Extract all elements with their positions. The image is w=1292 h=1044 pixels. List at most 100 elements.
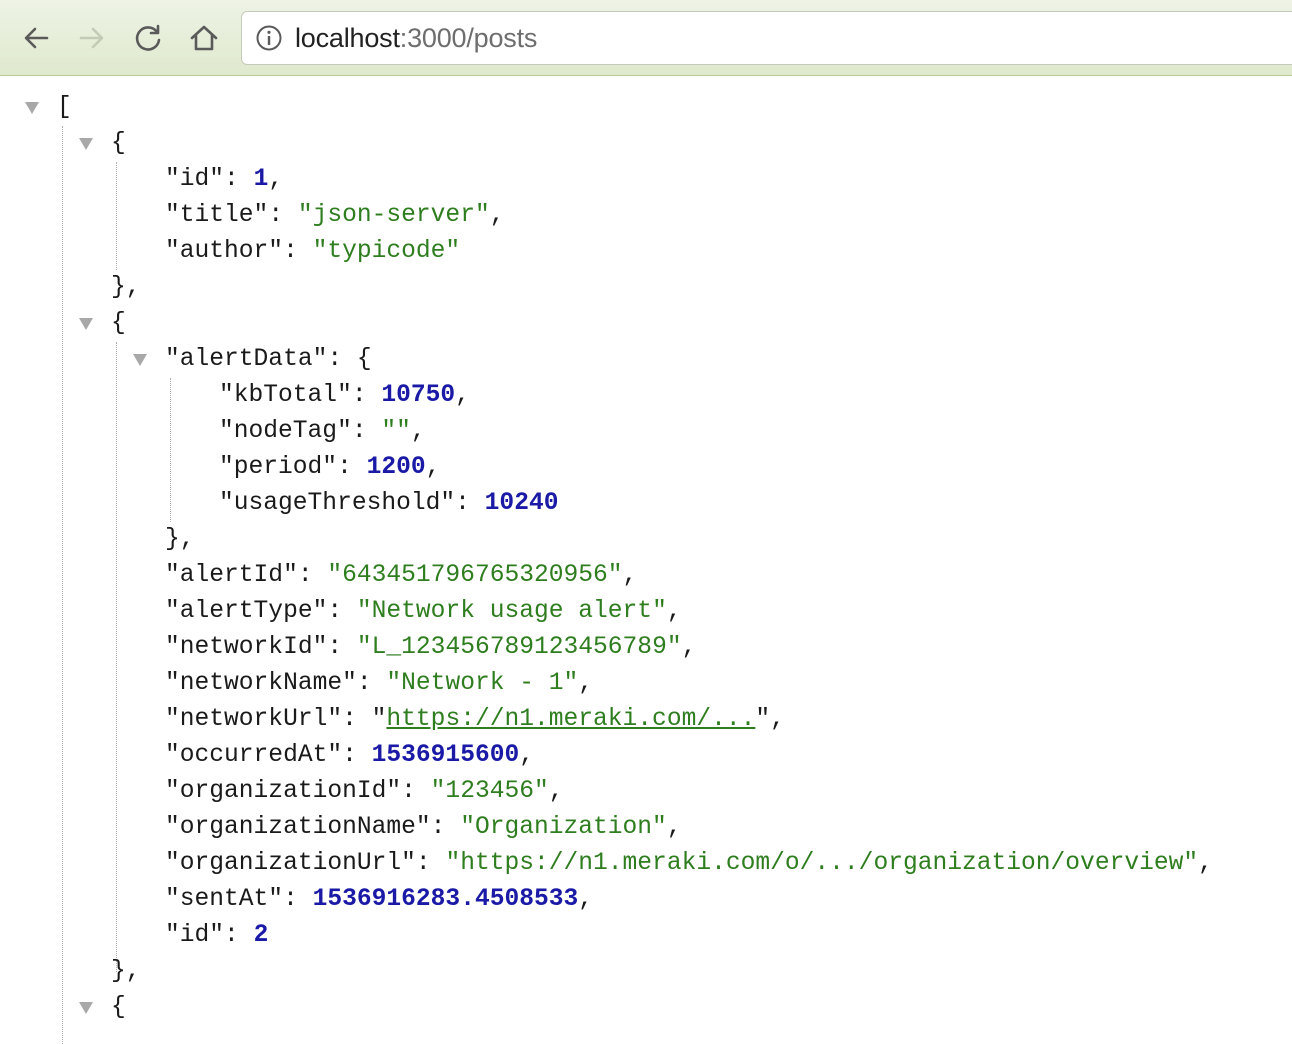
json-colon: : xyxy=(224,166,254,193)
json-string-value: "" xyxy=(381,418,411,445)
reload-button[interactable] xyxy=(128,18,168,58)
json-colon: : xyxy=(224,922,254,949)
indent-guide-post-2 xyxy=(116,342,117,972)
forward-button[interactable] xyxy=(72,18,112,58)
json-number-value: 1536916283.4508533 xyxy=(312,886,579,913)
json-comma: , xyxy=(578,670,594,697)
json-number-value: 2 xyxy=(253,922,269,949)
json-colon: : xyxy=(401,778,431,805)
json-comma: , xyxy=(1198,850,1213,877)
indent-guide-root xyxy=(62,126,63,1044)
collapse-toggle-post-1[interactable] xyxy=(79,138,93,150)
json-field-row: "id": 2 xyxy=(165,918,268,954)
home-icon xyxy=(189,23,219,53)
home-button[interactable] xyxy=(184,18,224,58)
json-bracket: [ xyxy=(57,94,72,121)
json-brace: }, xyxy=(165,526,195,553)
info-icon[interactable] xyxy=(255,24,283,52)
json-field-row: "organizationUrl": "https://n1.meraki.co… xyxy=(165,846,1213,882)
url-text[interactable]: localhost:3000/posts xyxy=(295,23,537,54)
collapse-toggle-post-3[interactable] xyxy=(79,1002,93,1014)
json-link-value[interactable]: https://n1.meraki.com/... xyxy=(386,706,755,733)
indent-guide-post-1 xyxy=(116,162,117,270)
json-key: "alertId" xyxy=(165,562,298,589)
json-comma: , xyxy=(455,382,470,409)
json-brace: { xyxy=(111,994,126,1021)
json-brace: { xyxy=(356,346,372,373)
json-comma: , xyxy=(681,634,697,661)
json-field-row: "sentAt": 1536916283.4508533, xyxy=(165,882,593,918)
json-key: "networkName" xyxy=(165,670,357,697)
json-colon: : xyxy=(351,418,382,445)
json-object-close: }, xyxy=(111,270,141,306)
forward-arrow-icon xyxy=(77,23,107,53)
json-object-close: }, xyxy=(111,954,141,990)
json-key: "alertType" xyxy=(165,598,328,625)
json-brace: { xyxy=(111,310,126,337)
json-colon: : xyxy=(455,490,485,517)
collapse-toggle-post-2[interactable] xyxy=(79,318,93,330)
json-viewer: [{"id": 1, "title": "json-server", "author… xyxy=(0,76,1292,1044)
json-object-open: { xyxy=(111,306,126,342)
json-quote: " xyxy=(371,706,387,733)
address-bar[interactable]: localhost:3000/posts xyxy=(241,11,1292,65)
json-key: "nodeTag" xyxy=(219,418,352,445)
json-colon: : xyxy=(351,382,382,409)
json-colon: : xyxy=(337,454,367,481)
json-field-row: "networkName": "Network - 1", xyxy=(165,666,593,702)
json-string-value: "typicode" xyxy=(312,238,461,265)
json-field-row: "alertType": "Network usage alert", xyxy=(165,594,682,630)
json-key: "usageThreshold" xyxy=(219,490,456,517)
json-field-row: "author": "typicode" xyxy=(165,234,460,270)
json-colon: : xyxy=(342,706,372,733)
json-colon: : xyxy=(327,634,357,661)
url-port-path: :3000/posts xyxy=(399,22,538,53)
json-key: "sentAt" xyxy=(165,886,284,913)
json-key: "organizationId" xyxy=(165,778,402,805)
json-string-value: "643451796765320956" xyxy=(327,562,623,589)
json-colon: : xyxy=(415,850,446,877)
json-number-value: 10750 xyxy=(381,382,456,409)
json-key: "networkUrl" xyxy=(165,706,343,733)
json-object-open: { xyxy=(111,126,126,162)
browser-toolbar: localhost:3000/posts xyxy=(0,0,1292,76)
json-comma: , xyxy=(548,778,564,805)
collapse-toggle-root[interactable] xyxy=(25,102,39,114)
json-number-value: 1536915600 xyxy=(371,742,520,769)
json-number-value: 10240 xyxy=(484,490,559,517)
json-comma: , xyxy=(666,814,682,841)
json-key: "author" xyxy=(165,238,284,265)
json-object-close: }, xyxy=(165,522,195,558)
json-field-row: "usageThreshold": 10240 xyxy=(219,486,558,522)
back-button[interactable] xyxy=(16,18,56,58)
json-array-open: [ xyxy=(57,90,72,126)
json-colon: : xyxy=(430,814,461,841)
json-colon: : xyxy=(297,562,328,589)
json-key: "alertData" xyxy=(165,346,328,373)
json-string-value: "Network - 1" xyxy=(386,670,579,697)
json-key: "id" xyxy=(165,922,225,949)
json-key: "title" xyxy=(165,202,269,229)
json-key: "occurredAt" xyxy=(165,742,343,769)
json-comma: , xyxy=(410,418,426,445)
json-key: "id" xyxy=(165,166,225,193)
json-brace: { xyxy=(111,130,126,157)
json-field-row: "networkId": "L_123456789123456789", xyxy=(165,630,696,666)
json-string-value: "json-server" xyxy=(297,202,490,229)
json-object-key-row: "alertData": { xyxy=(165,342,372,378)
json-string-value: "123456" xyxy=(430,778,549,805)
json-comma: , xyxy=(622,562,638,589)
json-key: "period" xyxy=(219,454,338,481)
indent-guide-alertdata xyxy=(170,378,171,522)
json-colon: : xyxy=(327,598,357,625)
json-field-row: "alertId": "643451796765320956", xyxy=(165,558,637,594)
json-field-row: "title": "json-server", xyxy=(165,198,504,234)
json-colon: : xyxy=(356,670,387,697)
json-comma: , xyxy=(578,886,594,913)
json-comma: , xyxy=(666,598,682,625)
json-string-value: "https://n1.meraki.com/o/.../organizatio… xyxy=(445,850,1199,877)
json-number-value: 1 xyxy=(253,166,269,193)
json-comma: , xyxy=(268,166,284,193)
json-string-value: "Network usage alert" xyxy=(356,598,667,625)
collapse-toggle-alertdata[interactable] xyxy=(133,354,147,366)
